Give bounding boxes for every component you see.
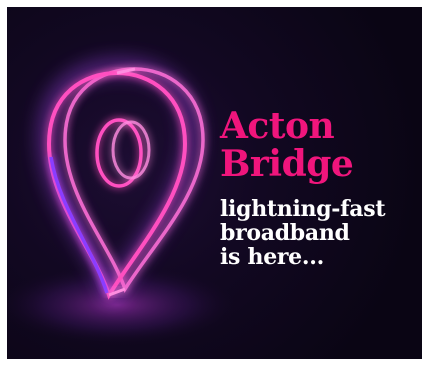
headline-line-2: Bridge bbox=[220, 143, 354, 185]
headline-line-1: Acton bbox=[220, 105, 335, 147]
ad-banner[interactable]: Acton Bridge lightning-fast broadband is… bbox=[7, 7, 422, 359]
location-pin-icon bbox=[7, 61, 237, 345]
tagline: lightning-fast broadband is here... bbox=[220, 197, 385, 269]
tagline-line-3: is here... bbox=[220, 244, 324, 270]
headline: Acton Bridge bbox=[220, 105, 354, 185]
tagline-line-1: lightning-fast bbox=[220, 196, 386, 222]
ad-frame: Acton Bridge lightning-fast broadband is… bbox=[0, 0, 429, 366]
tagline-line-2: broadband bbox=[220, 220, 350, 246]
